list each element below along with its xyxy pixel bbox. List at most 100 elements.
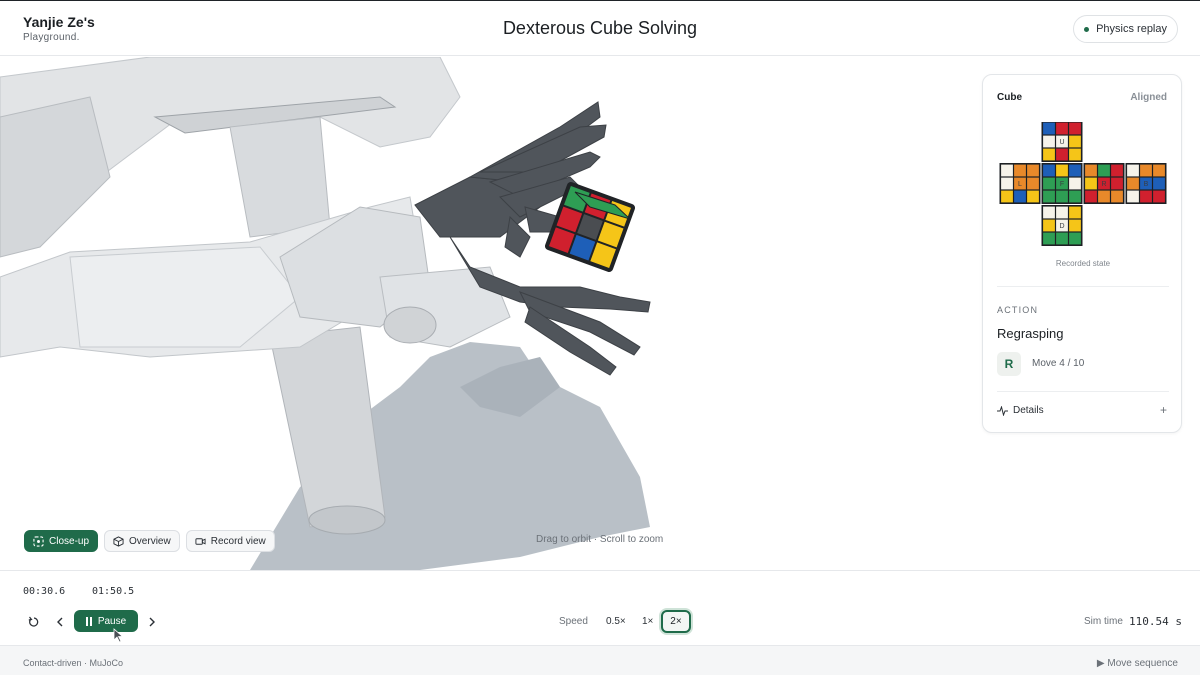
cube-sticker xyxy=(1111,177,1123,190)
cube-sticker xyxy=(1014,164,1026,177)
action-section-label: ACTION xyxy=(997,305,1039,315)
cube-sticker xyxy=(1027,190,1039,203)
cube-sticker xyxy=(1056,206,1068,219)
cube-sticker xyxy=(1153,177,1165,190)
sim-time-label: Sim time xyxy=(1084,616,1123,627)
details-label: Details xyxy=(1013,405,1044,416)
cube-state-panel: Cube Aligned U L F R B D Recorded state ACTIO… xyxy=(982,74,1182,433)
app-header: Yanjie Ze's Playground. Dexterous Cube S… xyxy=(0,0,1200,56)
cube-sticker xyxy=(1127,177,1139,190)
panel-divider xyxy=(997,391,1169,392)
restart-icon xyxy=(28,616,39,627)
expand-plus-icon[interactable]: + xyxy=(1160,403,1167,417)
cube-sticker xyxy=(1056,190,1068,203)
details-toggle[interactable]: Details xyxy=(997,405,1169,416)
activity-icon xyxy=(997,405,1008,416)
cube-sticker xyxy=(1098,164,1110,177)
cube-sticker xyxy=(1069,190,1081,203)
focus-icon xyxy=(33,535,44,547)
upper-arm-joint xyxy=(0,96,111,258)
cube-sticker xyxy=(1069,164,1081,177)
record-view-label: Record view xyxy=(210,535,266,547)
cube-sticker xyxy=(1127,164,1139,177)
pause-button[interactable]: Pause xyxy=(74,610,138,632)
post-end xyxy=(308,505,386,535)
sim-time-value: 110.54 s xyxy=(1129,615,1182,628)
physics-replay-badge[interactable]: Physics replay xyxy=(1073,15,1178,43)
cube-panel-title: Cube xyxy=(997,92,1022,103)
cube-face-label: L xyxy=(1018,181,1022,188)
speed-option-1x[interactable]: 1× xyxy=(642,616,653,627)
camera-icon xyxy=(195,537,206,545)
cube-sticker xyxy=(1085,190,1097,203)
cube-sticker xyxy=(1069,206,1081,219)
cube-sticker xyxy=(1153,164,1165,177)
speed-label: Speed xyxy=(559,616,588,627)
cube-sticker xyxy=(1043,190,1055,203)
action-name: Regrasping xyxy=(997,326,1064,341)
cube-sticker xyxy=(1027,177,1039,190)
cube-sticker xyxy=(1043,206,1055,219)
cube-sticker xyxy=(1043,232,1055,245)
orbit-hint: Drag to orbit · Scroll to zoom xyxy=(536,534,664,545)
cube-sticker xyxy=(1056,164,1068,177)
cube-sticker xyxy=(1001,177,1013,190)
engine-note: Contact-driven · MuJoCo xyxy=(23,658,124,668)
vertical-support xyxy=(229,116,331,238)
cube-sticker xyxy=(1014,190,1026,203)
cube-sticker xyxy=(1043,219,1055,232)
cube-sticker xyxy=(1111,164,1123,177)
speed-option-2x[interactable]: 2× xyxy=(661,610,691,633)
cube-sticker xyxy=(1001,190,1013,203)
next-button[interactable] xyxy=(146,612,158,632)
cube-face-label: U xyxy=(1059,139,1064,146)
cube-sticker xyxy=(1111,190,1123,203)
cube-sticker xyxy=(1140,190,1152,203)
cube-sticker xyxy=(1069,148,1081,161)
restart-button[interactable] xyxy=(27,612,41,632)
cube-sticker xyxy=(1056,232,1068,245)
cube-sticker xyxy=(1027,164,1039,177)
cube-sticker xyxy=(1043,148,1055,161)
cube-caption: Recorded state xyxy=(1055,259,1111,268)
close-up-button[interactable]: Close-up xyxy=(24,530,99,552)
speed-option-half[interactable]: 0.5× xyxy=(606,616,626,627)
previous-button[interactable] xyxy=(54,612,66,632)
move-notation-badge: R xyxy=(997,352,1021,376)
cube-sticker xyxy=(1043,164,1055,177)
physics-replay-label: Physics replay xyxy=(1096,23,1167,35)
cube-sticker xyxy=(1140,164,1152,177)
cube-sticker xyxy=(1085,177,1097,190)
overview-label: Overview xyxy=(129,535,171,547)
cube-face-label: D xyxy=(1059,223,1064,230)
cube-status: Aligned xyxy=(1130,92,1167,103)
footer-bar: Contact-driven · MuJoCo ▶ Move sequence xyxy=(0,645,1200,675)
panel-divider xyxy=(997,286,1169,287)
cube-sticker xyxy=(1043,135,1055,148)
cube-sticker xyxy=(1069,122,1081,135)
cube-sticker xyxy=(1043,177,1055,190)
page-title: Dexterous Cube Solving xyxy=(502,18,698,38)
cube-net-diagram: U L F R B D xyxy=(999,122,1167,246)
cube-sticker xyxy=(1069,135,1081,148)
current-time: 00:30.6 xyxy=(23,586,66,597)
cube-sticker xyxy=(1069,219,1081,232)
status-dot-icon xyxy=(1084,26,1090,32)
cube-sticker xyxy=(1056,122,1068,135)
cube-sticker xyxy=(1153,190,1165,203)
cube-sticker xyxy=(1056,148,1068,161)
cube-face-label: B xyxy=(1144,181,1149,188)
chevron-left-icon xyxy=(57,617,63,627)
cube-sticker xyxy=(1098,190,1110,203)
overview-button[interactable]: Overview xyxy=(104,530,180,552)
chevron-right-icon xyxy=(149,617,155,627)
cube-face-label: F xyxy=(1060,181,1064,188)
cube-sticker xyxy=(1001,164,1013,177)
cube-sticker xyxy=(1043,122,1055,135)
move-sequence-toggle[interactable]: ▶ Move sequence xyxy=(1097,658,1178,669)
cube-sticker xyxy=(1069,232,1081,245)
playback-bar: 00:30.6 01:50.5 Pause Speed 0.5× 1× 2× S… xyxy=(0,570,1200,645)
pause-icon xyxy=(85,616,92,626)
record-view-button[interactable]: Record view xyxy=(185,530,275,552)
cube-icon xyxy=(113,535,124,547)
